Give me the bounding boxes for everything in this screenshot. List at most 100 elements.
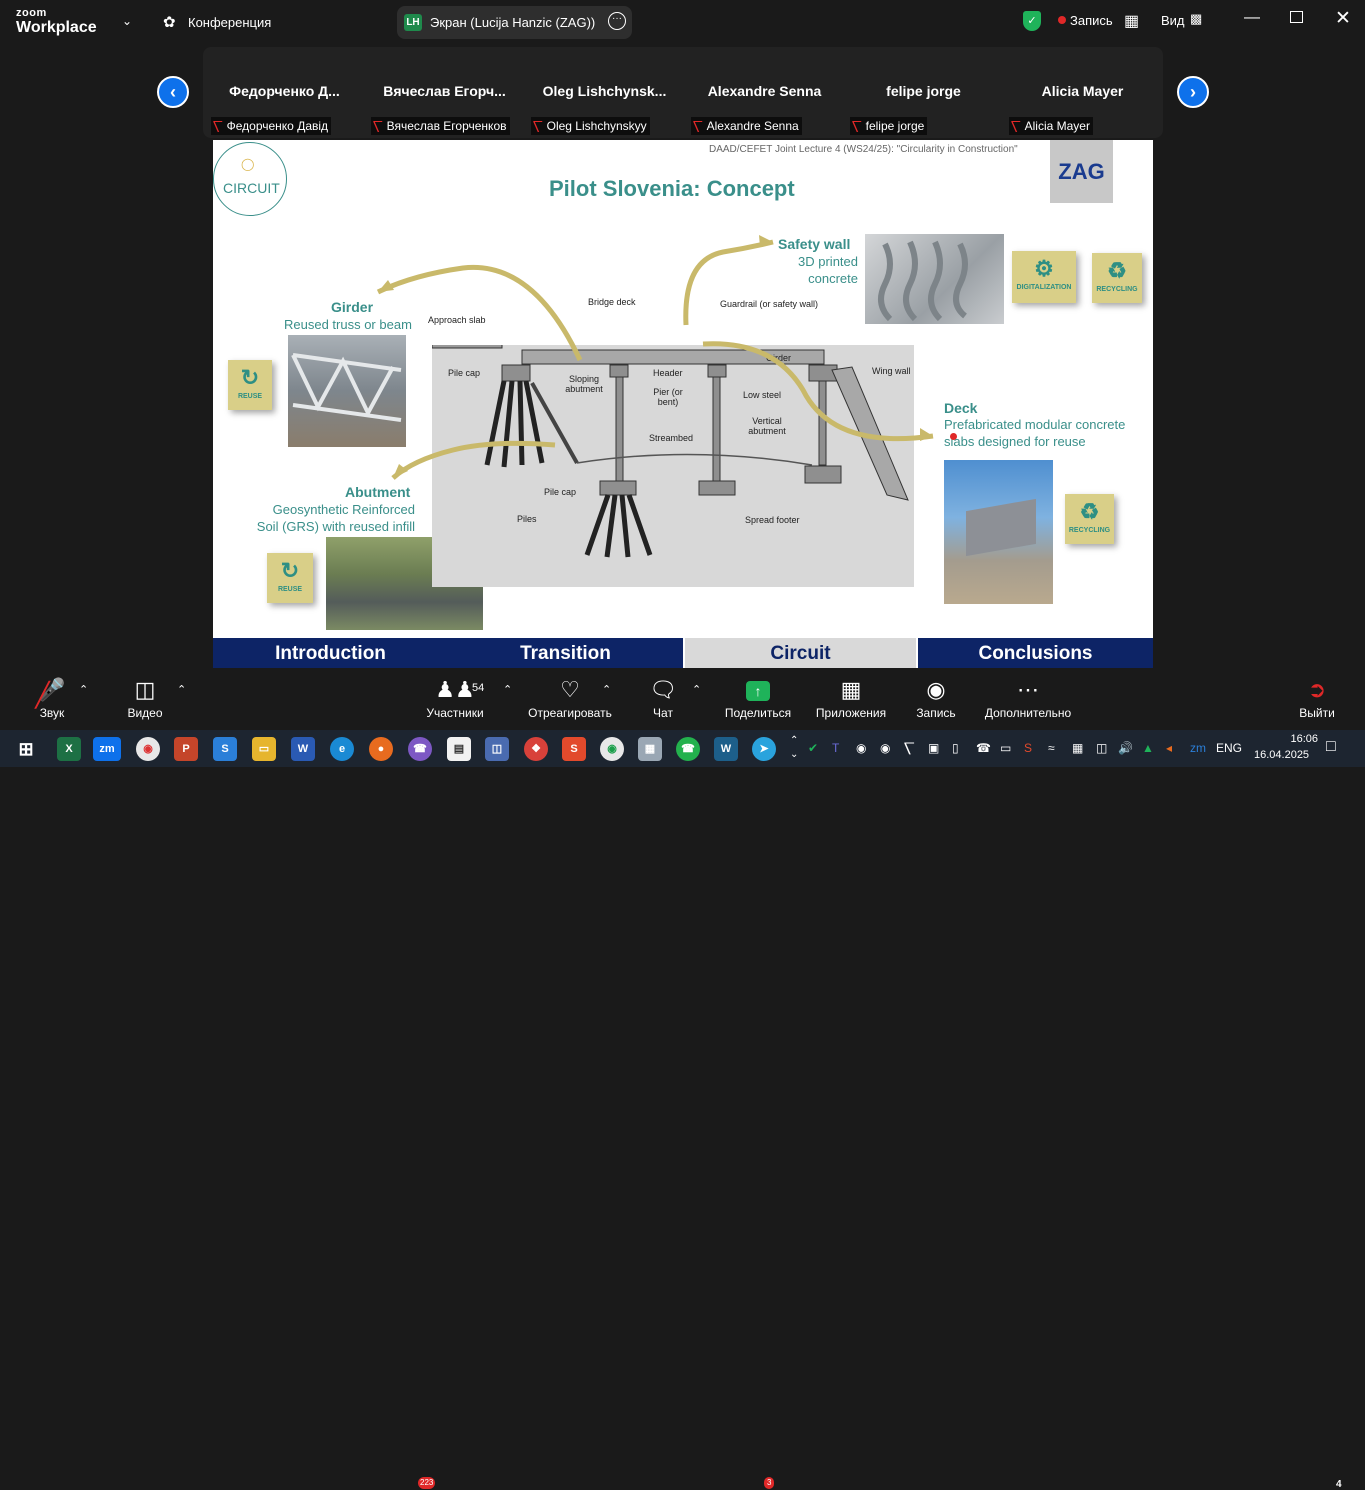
audio-button[interactable]: 🎤 ╱ Звук [30, 669, 74, 730]
participant-tile[interactable]: Alexandre Senna ⎲ Alexandre Senna [687, 47, 842, 138]
tray-battery-icon[interactable]: ▭ [1000, 741, 1011, 755]
zoom-app-icon[interactable]: zm [93, 737, 121, 761]
more-options-icon[interactable]: ··· [608, 12, 626, 30]
clock-time[interactable]: 16:06 [1268, 733, 1318, 745]
video-options-caret[interactable]: ⌃ [177, 683, 186, 696]
mic-muted-icon: 🎤 ╱ [35, 677, 66, 709]
chat-options-caret[interactable]: ⌃ [692, 683, 701, 696]
react-options-caret[interactable]: ⌃ [602, 683, 611, 696]
tray-zm-icon[interactable]: zm [1190, 741, 1206, 755]
whatsapp-icon[interactable]: ☎ [676, 737, 700, 761]
share-button[interactable]: ↑ Поделиться [722, 669, 794, 730]
share-status-pill[interactable]: LH Экран (Lucija Hanzic (ZAG)) ··· [397, 6, 632, 39]
view-grid-icon[interactable]: ▩ [1190, 11, 1202, 27]
mic-muted-icon: ⎲ [852, 121, 862, 133]
zoom-logo-bottom: Workplace [16, 19, 97, 36]
document-icon[interactable]: ▤ [447, 737, 471, 761]
more-icon: ⋯ [1017, 677, 1039, 702]
windows-taskbar: ⊞ X zm ◉ P S ▭ W e ● ☎ 223 ▤ ◫ ❖ S ◉ ▦ ☎… [0, 730, 1365, 1490]
tray-zoom-icon[interactable]: ◉ [856, 741, 866, 755]
notification-count: 4 [1336, 1479, 1342, 1490]
tray-s-icon[interactable]: S [1024, 741, 1032, 755]
laser-pointer-dot [950, 433, 957, 440]
more-button[interactable]: ⋯ Дополнительно [981, 669, 1075, 730]
firefox-icon[interactable]: ● [369, 737, 393, 761]
react-button[interactable]: ♡ Отреагировать [524, 669, 616, 730]
participant-label: ⎲ Федорченко Давід [211, 117, 332, 135]
restore-icon[interactable] [1290, 11, 1303, 23]
s-app-icon[interactable]: S [213, 737, 237, 761]
participants-options-caret[interactable]: ⌃ [503, 683, 512, 696]
record-button[interactable]: ◉ Запись [912, 669, 960, 730]
share-title: Экран (Lucija Hanzic (ZAG)) [430, 15, 596, 30]
conference-menu[interactable]: Конференция [188, 15, 271, 30]
share-arrow-icon: ↑ [722, 669, 794, 703]
tray-app-icon[interactable]: ◉ [880, 741, 890, 755]
grid-icon[interactable]: ▦ [1124, 11, 1139, 31]
participant-tile[interactable]: Oleg Lishchynsk... ⎲ Oleg Lishchynskyy [527, 47, 682, 138]
chevron-down-icon[interactable]: ⌄ [122, 14, 132, 28]
tray-mic-icon[interactable]: ⎲ [904, 741, 915, 756]
word-icon[interactable]: W [291, 737, 315, 761]
gallery-prev-button[interactable]: ‹ [157, 76, 189, 108]
mic-muted-icon: ⎲ [693, 121, 703, 133]
mic-muted-icon: ⎲ [1011, 121, 1021, 133]
zoom-logo-top: zoom [16, 7, 47, 19]
tab-conclusions: Conclusions [978, 643, 1093, 664]
clock-date[interactable]: 16.04.2025 [1254, 749, 1309, 761]
shield-check-icon[interactable]: ✓ [1023, 11, 1041, 31]
viber-icon[interactable]: ☎ [408, 737, 432, 761]
gallery-next-button[interactable]: › [1177, 76, 1209, 108]
chrome-icon[interactable]: ◉ [136, 737, 160, 761]
language-indicator[interactable]: ENG [1216, 741, 1242, 755]
lifebuoy-icon[interactable]: ❖ [524, 737, 548, 761]
chrome-profile-icon[interactable]: ◉ [600, 737, 624, 761]
file-explorer-icon[interactable]: ▭ [252, 737, 276, 761]
tray-speaker-icon[interactable]: ◂ [1166, 741, 1172, 755]
leave-button[interactable]: ➲ Выйти [1298, 669, 1336, 730]
tray-network-icon[interactable]: ▦ [1072, 741, 1083, 755]
w-app-icon[interactable]: W [714, 737, 738, 761]
view-menu[interactable]: Вид [1161, 13, 1185, 28]
tray-overflow-icon[interactable]: ⌃ ⌄ [790, 734, 798, 762]
notification-icon[interactable]: □ [1326, 738, 1336, 756]
tray-teams-icon[interactable]: T [832, 741, 839, 755]
save-disk-icon[interactable]: ◫ [485, 737, 509, 761]
apps-button[interactable]: ▦ Приложения [812, 669, 890, 730]
tray-wifi-icon[interactable]: ≈ [1048, 741, 1055, 755]
participants-button[interactable]: ♟♟ Участники [420, 669, 490, 730]
archive-icon[interactable]: ▦ [638, 737, 662, 761]
participant-tile[interactable]: Вячеслав Егорч... ⎲ Вячеслав Егорченков [367, 47, 522, 138]
tray-viber-icon[interactable]: ☎ [976, 741, 991, 755]
participant-label: ⎲ Alicia Mayer [1009, 117, 1093, 135]
participant-label: ⎲ felipe jorge [850, 117, 928, 135]
audio-options-caret[interactable]: ⌃ [79, 683, 88, 696]
tray-display-icon[interactable]: ▣ [928, 741, 939, 755]
s-red-app-icon[interactable]: S [562, 737, 586, 761]
record-status[interactable]: Запись [1070, 13, 1113, 28]
tray-check-icon[interactable]: ✔ [808, 741, 818, 755]
chat-button[interactable]: 🗨 Чат [645, 669, 681, 730]
mic-muted-icon: ⎲ [213, 121, 223, 133]
participant-tile[interactable]: Alicia Mayer ⎲ Alicia Mayer [1005, 47, 1160, 138]
mic-muted-icon: ⎲ [373, 121, 383, 133]
tray-camera-icon[interactable]: ◫ [1096, 741, 1107, 755]
zoom-title-bar: zoom Workplace ⌄ ✿ Конференция LH Экран … [0, 0, 1365, 46]
windows-start-icon[interactable]: ⊞ [14, 737, 38, 761]
minimize-icon[interactable]: — [1244, 9, 1260, 27]
powerpoint-icon[interactable]: P [174, 737, 198, 761]
edge-icon[interactable]: e [330, 737, 354, 761]
recycling-badge: ♻ RECYCLING [1065, 494, 1114, 544]
participant-tile[interactable]: Федорченко Д... ⎲ Федорченко Давід [207, 47, 362, 138]
participants-count: 54 [472, 682, 485, 694]
mic-muted-icon: ⎲ [533, 121, 543, 133]
tray-volume-icon[interactable]: 🔊 [1118, 741, 1133, 755]
telegram-icon[interactable]: ➤ [752, 737, 776, 761]
viber-badge: 223 [418, 1477, 436, 1489]
tray-shield-icon[interactable]: ▲ [1142, 741, 1154, 755]
participant-tile[interactable]: felipe jorge ⎲ felipe jorge [846, 47, 1001, 138]
close-icon[interactable]: ✕ [1335, 7, 1351, 30]
video-button[interactable]: ◫ Видео [122, 669, 168, 730]
tray-usb-icon[interactable]: ▯ [952, 741, 959, 755]
excel-icon[interactable]: X [57, 737, 81, 761]
